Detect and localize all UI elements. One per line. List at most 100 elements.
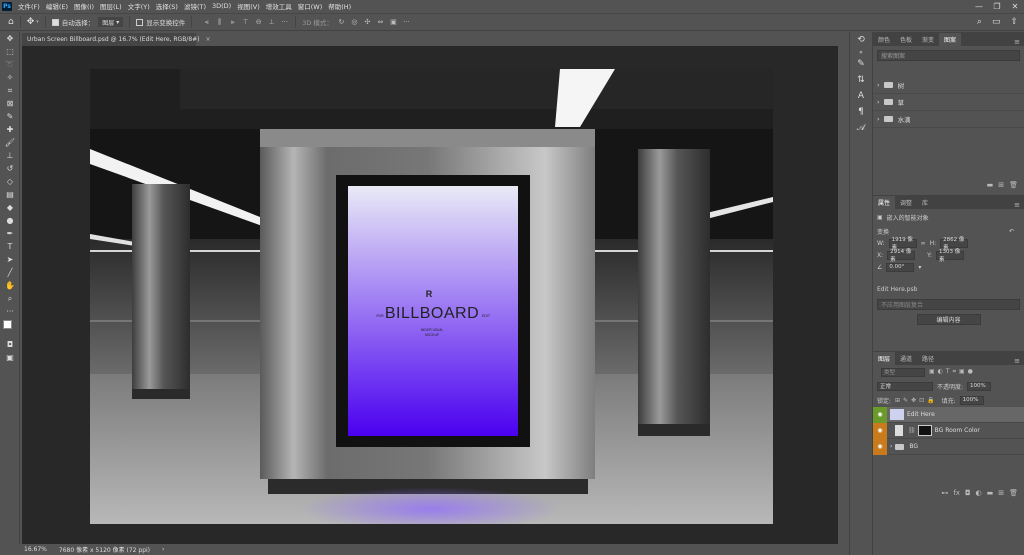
close-document-icon[interactable]: ×	[206, 36, 211, 43]
foreground-color-swatch[interactable]	[3, 320, 12, 329]
align-right-icon[interactable]: ⫸	[228, 18, 237, 27]
document-info[interactable]: 7680 像素 x 5120 像素 (72 ppi)	[59, 545, 150, 554]
brush-tool-icon[interactable]: 🖌	[0, 136, 20, 149]
visibility-eye-icon[interactable]: ◉	[873, 422, 887, 439]
align-vcenter-icon[interactable]: ⊖	[254, 18, 263, 27]
lasso-tool-icon[interactable]: ➰	[0, 58, 20, 71]
align-left-icon[interactable]: ⫷	[202, 18, 211, 27]
pattern-search-input[interactable]: 搜索图案	[877, 50, 1020, 61]
panel-menu-icon[interactable]: ≡	[1014, 201, 1024, 209]
align-top-icon[interactable]: ⊤	[241, 18, 250, 27]
eyedropper-tool-icon[interactable]: ✎	[0, 110, 20, 123]
quick-mask-icon[interactable]: ◘	[0, 338, 20, 351]
angle-dropdown-icon[interactable]: ▾	[918, 264, 921, 271]
tab-swatches[interactable]: 色板	[895, 33, 917, 46]
layer-row[interactable]: ◉ ⛓ BG Room Color	[873, 422, 1024, 439]
show-transform-checkbox[interactable]	[136, 18, 144, 26]
menu-image[interactable]: 图像(I)	[74, 1, 94, 11]
align-bottom-icon[interactable]: ⊥	[267, 18, 276, 27]
zoom-tool-icon[interactable]: ⌕	[0, 292, 20, 305]
crop-tool-icon[interactable]: ⌗	[0, 84, 20, 97]
tab-color[interactable]: 颜色	[873, 33, 895, 46]
new-pattern-icon[interactable]: ⊞	[998, 181, 1004, 189]
history-panel-icon[interactable]: ⟲	[850, 32, 872, 48]
visibility-eye-icon[interactable]: ◉	[873, 438, 887, 455]
scale-3d-icon[interactable]: ▣	[389, 18, 398, 27]
glyphs-panel-icon[interactable]: 𝒜	[850, 120, 872, 136]
color-swatches[interactable]	[0, 318, 20, 338]
menu-view[interactable]: 视图(V)	[237, 1, 260, 11]
visibility-eye-icon[interactable]: ◉	[873, 406, 887, 423]
adjustment-layer-icon[interactable]: ◐	[976, 489, 982, 497]
fill-field[interactable]: 100%	[959, 395, 984, 405]
status-chevron-icon[interactable]: ›	[162, 546, 164, 553]
expand-chevron-icon[interactable]: ›	[877, 115, 880, 123]
menu-filter[interactable]: 滤镜(T)	[184, 1, 206, 11]
slide-3d-icon[interactable]: ⇔	[376, 18, 385, 27]
eraser-tool-icon[interactable]: ◇	[0, 175, 20, 188]
layer-kind-filter[interactable]: 类型	[881, 367, 925, 377]
new-layer-icon[interactable]: ⊞	[998, 489, 1004, 497]
pen-tool-icon[interactable]: ✒	[0, 227, 20, 240]
layer-comp-dropdown[interactable]: 不应用图层复合	[877, 299, 1020, 310]
more-3d-icon[interactable]: ···	[402, 18, 411, 27]
clone-stamp-tool-icon[interactable]: ⊥	[0, 149, 20, 162]
link-icon[interactable]: ∞	[921, 240, 926, 247]
zoom-level[interactable]: 16.67%	[24, 546, 47, 553]
angle-field[interactable]: 0.00°	[886, 262, 915, 272]
auto-select-checkbox[interactable]	[51, 18, 59, 26]
workspace-icon[interactable]: ▭	[992, 17, 1001, 27]
brush-settings-icon[interactable]: ✎	[850, 56, 872, 72]
minimize-button[interactable]: —	[970, 0, 988, 12]
screen-mode-icon[interactable]: ▣	[0, 351, 20, 364]
new-group-icon[interactable]: ▬	[987, 489, 994, 497]
tab-libraries[interactable]: 库	[917, 196, 933, 209]
delete-icon[interactable]: 🗑	[1009, 181, 1018, 189]
filter-icons[interactable]: ▣◐T⌗▣●	[929, 368, 976, 376]
edit-toolbar-icon[interactable]: ···	[0, 305, 20, 318]
blur-tool-icon[interactable]: ◆	[0, 201, 20, 214]
menu-plugins[interactable]: 增效工具	[266, 1, 292, 11]
path-selection-tool-icon[interactable]: ➤	[0, 253, 20, 266]
move-tool-icon[interactable]: ✥	[0, 32, 20, 45]
close-window-button[interactable]: ✕	[1006, 0, 1024, 12]
menu-file[interactable]: 文件(F)	[18, 1, 40, 11]
expand-chevron-icon[interactable]: ›	[877, 81, 880, 89]
tab-patterns[interactable]: 图案	[939, 33, 962, 46]
history-brush-tool-icon[interactable]: ↺	[0, 162, 20, 175]
opacity-field[interactable]: 100%	[967, 381, 992, 391]
tab-gradients[interactable]: 渐变	[917, 33, 939, 46]
marquee-tool-icon[interactable]: ⬚	[0, 45, 20, 58]
more-options-icon[interactable]: ···	[280, 18, 289, 27]
folder-row[interactable]: › 水滴	[873, 111, 1024, 128]
link-layers-icon[interactable]: ⊷	[941, 489, 948, 497]
expand-chevron-icon[interactable]: ›	[890, 443, 892, 450]
y-field[interactable]: 1303 像素	[936, 249, 965, 263]
tool-preset-chevron-icon[interactable]: ▾	[36, 19, 39, 25]
edit-contents-button[interactable]: 编辑内容	[916, 314, 981, 325]
menu-window[interactable]: 窗口(W)	[298, 1, 323, 11]
orbit-3d-icon[interactable]: ↻	[337, 18, 346, 27]
character-panel-icon[interactable]: A	[850, 88, 872, 104]
reset-transform-icon[interactable]: ↶	[1009, 228, 1014, 235]
collapse-panels-icon[interactable]: »	[850, 48, 872, 56]
tab-properties[interactable]: 属性	[873, 196, 896, 209]
document-tab[interactable]: Urban Screen Billboard.psd @ 16.7% (Edit…	[22, 33, 211, 46]
panel-menu-icon[interactable]: ≡	[1014, 357, 1024, 365]
tab-paths[interactable]: 路径	[917, 352, 939, 365]
hand-tool-icon[interactable]: ✋	[0, 279, 20, 292]
menu-help[interactable]: 帮助(H)	[328, 1, 351, 11]
menu-3d[interactable]: 3D(D)	[212, 2, 231, 10]
paragraph-panel-icon[interactable]: ¶	[850, 104, 872, 120]
dodge-tool-icon[interactable]: ●	[0, 214, 20, 227]
delete-layer-icon[interactable]: 🗑	[1009, 489, 1018, 497]
align-hcenter-icon[interactable]: ⫼	[215, 18, 224, 27]
x-field[interactable]: 2914 像素	[887, 249, 916, 263]
search-icon[interactable]: ⌕	[977, 17, 982, 27]
tab-layers[interactable]: 图层	[873, 352, 896, 365]
layer-row[interactable]: ◉ › BG	[873, 438, 1024, 455]
type-tool-icon[interactable]: T	[0, 240, 20, 253]
pan-3d-icon[interactable]: ✣	[363, 18, 372, 27]
magic-wand-tool-icon[interactable]: ✧	[0, 71, 20, 84]
line-tool-icon[interactable]: ╱	[0, 266, 20, 279]
